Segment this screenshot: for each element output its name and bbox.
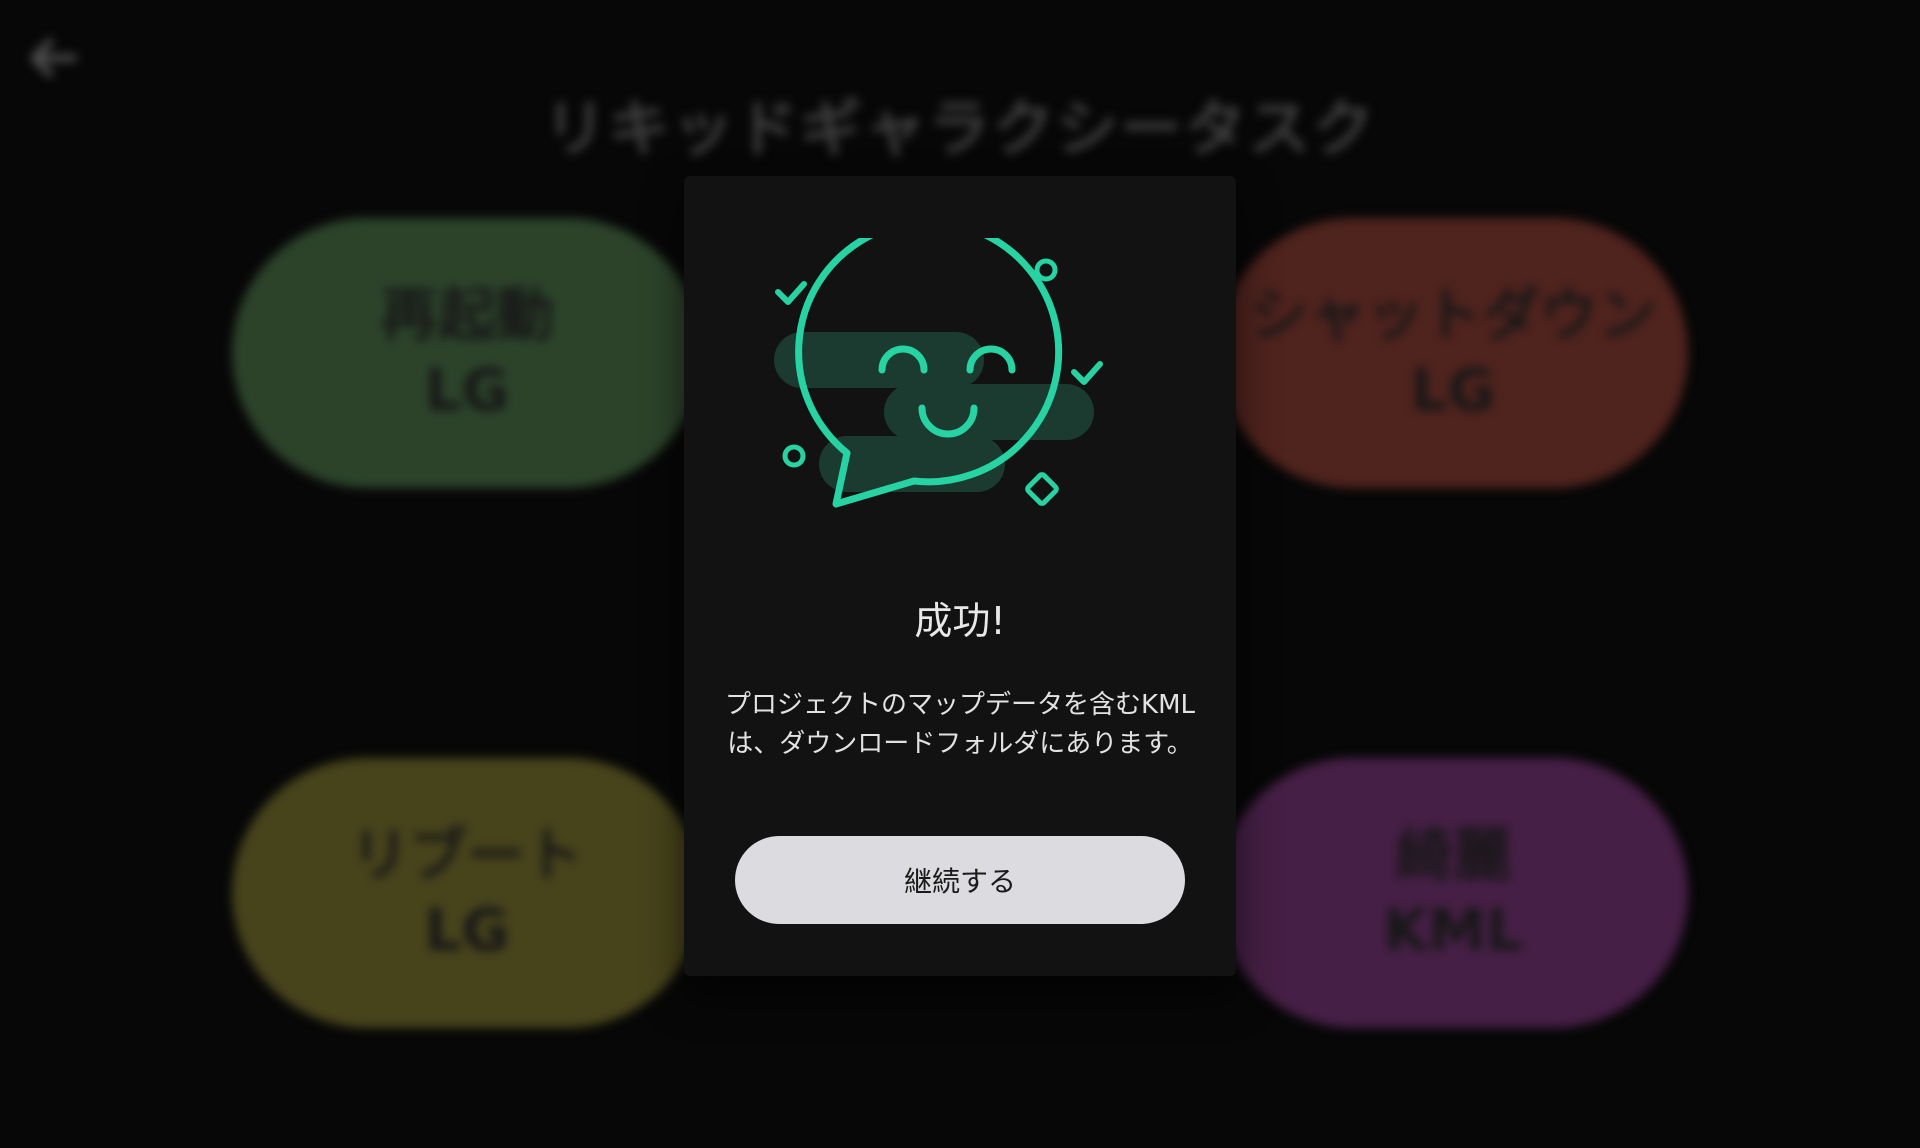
success-dialog: 成功! プロジェクトのマップデータを含むKMLは、ダウンロードフォルダにあります… [684,176,1236,976]
continue-button[interactable]: 継続する [735,836,1185,924]
dialog-message: プロジェクトのマップデータを含むKMLは、ダウンロードフォルダにあります。 [725,690,1195,759]
smiling-chat-bubble-icon [774,238,1103,508]
app-screen: リキッドギャラクシータスク 再起動 LG シャットダウン LG リブート LG … [0,0,1920,1148]
dialog-title: 成功! [914,599,1006,643]
